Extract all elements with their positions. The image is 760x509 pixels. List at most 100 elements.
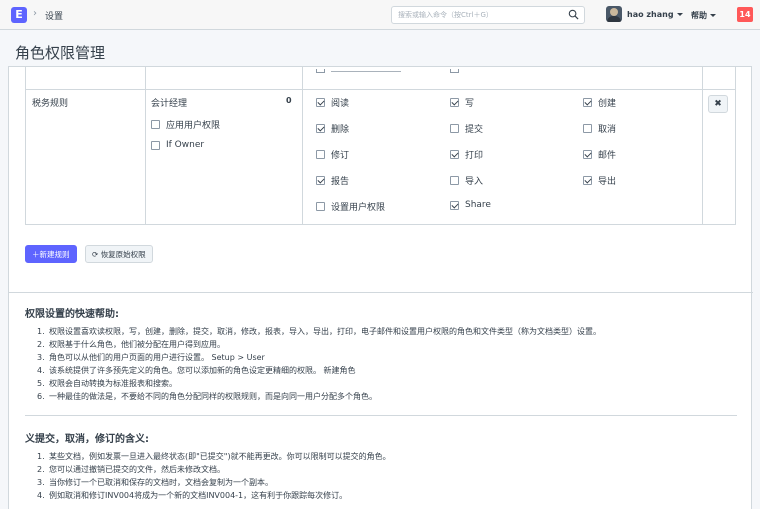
permissions-card: 税务规则 会计经理 应用用户权限 If Owner 0 阅读 写 创建 删除 提交 取消修… [8,66,753,509]
checkbox-label: 邮件 [598,151,617,161]
permission-checkbox[interactable]: Share [450,200,491,210]
help-item: 1. 权限设置喜欢读权限，写，创建，删除，提交，取消，修改，报表，导入，导出，打印… [37,325,601,338]
label-partial [331,71,401,72]
checkbox[interactable] [450,176,459,185]
section-divider [9,292,753,293]
list-number: 4. [37,491,45,500]
checkbox[interactable] [316,98,325,107]
app-logo[interactable]: E [11,7,27,23]
permission-checkbox[interactable]: 邮件 [583,148,616,161]
checkbox-label: 导入 [465,177,484,187]
checkbox-label: 创建 [598,99,617,109]
permission-checkbox[interactable]: 设置用户权限 [316,200,385,213]
if-owner-checkbox[interactable]: If Owner [151,140,204,150]
permission-checkbox[interactable]: 打印 [450,148,483,161]
add-rule-button[interactable]: ＋新建规则 [25,245,77,263]
checkbox[interactable] [316,124,325,133]
checkbox[interactable] [583,124,592,133]
help-label: 帮助 [691,11,707,20]
help-menu[interactable]: 帮助 [691,10,716,21]
checkbox[interactable] [450,124,459,133]
help-item-text: 权限基于什么角色，他们被分配在用户得到应用。 [49,340,225,349]
breadcrumb-setup[interactable]: 设置 [45,9,63,22]
checkbox[interactable] [151,140,160,150]
user-menu[interactable]: hao zhang [627,10,683,19]
navbar: E › 设置 hao zhang 帮助 14 [0,0,760,30]
help-item-text: 权限设置喜欢读权限，写，创建，删除，提交，取消，修改，报表，导入，导出，打印，电… [49,327,601,336]
help-item: 6. 一种最佳的做法是，不要给不同的角色分配同样的权限规则，而是向同一用户分配多个… [37,390,601,403]
checkbox[interactable] [151,120,160,129]
column-divider [302,67,303,225]
help-item-text: 角色可以从他们的用户页面的用户进行设置。 Setup > User [49,353,265,362]
checkbox-label: If Owner [166,140,205,150]
permission-checkbox[interactable]: 取消 [583,122,616,135]
checkbox[interactable] [583,150,592,159]
permission-checkbox[interactable]: 阅读 [316,96,349,109]
help-item-text: 您可以通过撤销已提交的文件，然后未修改文档。 [49,465,225,474]
list-number: 5. [37,379,45,388]
table-border [735,67,736,225]
checkbox[interactable] [450,200,459,210]
checkbox[interactable] [450,150,459,159]
caret-down-icon [676,13,683,16]
search-input[interactable] [392,7,562,23]
list-number: 3. [37,478,45,487]
permission-checkbox[interactable]: 导出 [583,174,616,187]
permission-level: 0 [286,96,292,105]
list-number: 3. [37,353,45,362]
user-name-label: hao zhang [627,10,674,19]
list-number: 4. [37,366,45,375]
checkbox-partial [450,69,459,73]
permission-checkbox[interactable]: 删除 [316,122,349,135]
apply-user-permissions-checkbox[interactable]: 应用用户权限 [151,118,220,131]
checkbox-label: 应用用户权限 [166,121,221,131]
help-item-text: 当你修订一个已取消和保存的文档时，文档会复制为一个副本。 [49,478,273,487]
delete-rule-button[interactable]: ✖ [708,95,728,113]
checkbox[interactable] [316,176,325,185]
checkbox[interactable] [583,98,592,107]
help-item: 2. 您可以通过撤销已提交的文件，然后未修改文档。 [37,463,391,476]
help-title: 义提交，取消，修订的含义: [25,434,149,445]
page-title: 角色权限管理 [15,44,106,62]
doctype-label[interactable]: 税务规则 [32,96,68,109]
help-item-text: 一种最佳的做法是，不要给不同的角色分配同样的权限规则，而是向同一用户分配多个角色… [49,392,377,401]
checkbox[interactable] [316,150,325,159]
help-item: 3. 角色可以从他们的用户页面的用户进行设置。 Setup > User [37,351,601,364]
list-number: 2. [37,340,45,349]
checkbox-label: 报告 [331,177,350,187]
help-list: 1. 某些文档，例如发票一旦进入最终状态(即"已提交")就不能再更改。你可以限制可… [37,450,391,502]
permission-checkbox[interactable]: 修订 [316,148,349,161]
checkbox-label: 设置用户权限 [331,203,386,213]
row-divider [25,89,736,90]
checkbox-label: 取消 [598,125,617,135]
checkbox-label: 删除 [331,125,350,135]
help-item-text: 该系统提供了许多预先定义的角色。您可以添加新的角色设定更精细的权限。 新建角色 [49,366,356,375]
permissions-table: 税务规则 会计经理 应用用户权限 If Owner 0 阅读 写 创建 删除 提交 取消修… [25,67,736,225]
checkbox[interactable] [450,98,459,107]
permission-checkbox[interactable]: 报告 [316,174,349,187]
restore-permissions-button[interactable]: ⟳ 恢复原始权限 [85,245,153,263]
permission-checkbox[interactable]: 导入 [450,174,483,187]
checkbox-label: Share [465,200,491,210]
search-icon[interactable] [568,9,579,20]
checkbox[interactable] [316,202,325,211]
checkbox-partial [316,69,325,73]
checkbox[interactable] [583,176,592,185]
row-divider [25,224,736,225]
help-item-text: 例如取消和修订INV004将成为一个新的文档INV004-1，这有利于你跟踪每次… [49,491,348,500]
permission-checkbox[interactable]: 创建 [583,96,616,109]
list-number: 1. [37,452,45,461]
notification-badge[interactable]: 14 [737,7,753,22]
help-item: 1. 某些文档，例如发票一旦进入最终状态(即"已提交")就不能再更改。你可以限制可… [37,450,391,463]
help-list: 1. 权限设置喜欢读权限，写，创建，删除，提交，取消，修改，报表，导入，导出，打印… [37,325,601,403]
help-item: 3. 当你修订一个已取消和保存的文档时，文档会复制为一个副本。 [37,476,391,489]
search-box[interactable] [391,6,585,24]
permission-checkbox[interactable]: 提交 [450,122,483,135]
checkbox-label: 提交 [465,125,484,135]
help-item-text: 权限会自动转换为标准报表和搜索。 [49,379,177,388]
table-border [25,67,26,225]
section-divider [25,415,737,416]
permission-checkbox[interactable]: 写 [450,96,474,109]
avatar[interactable] [606,6,622,22]
help-item: 4. 例如取消和修订INV004将成为一个新的文档INV004-1，这有利于你跟踪… [37,489,391,502]
